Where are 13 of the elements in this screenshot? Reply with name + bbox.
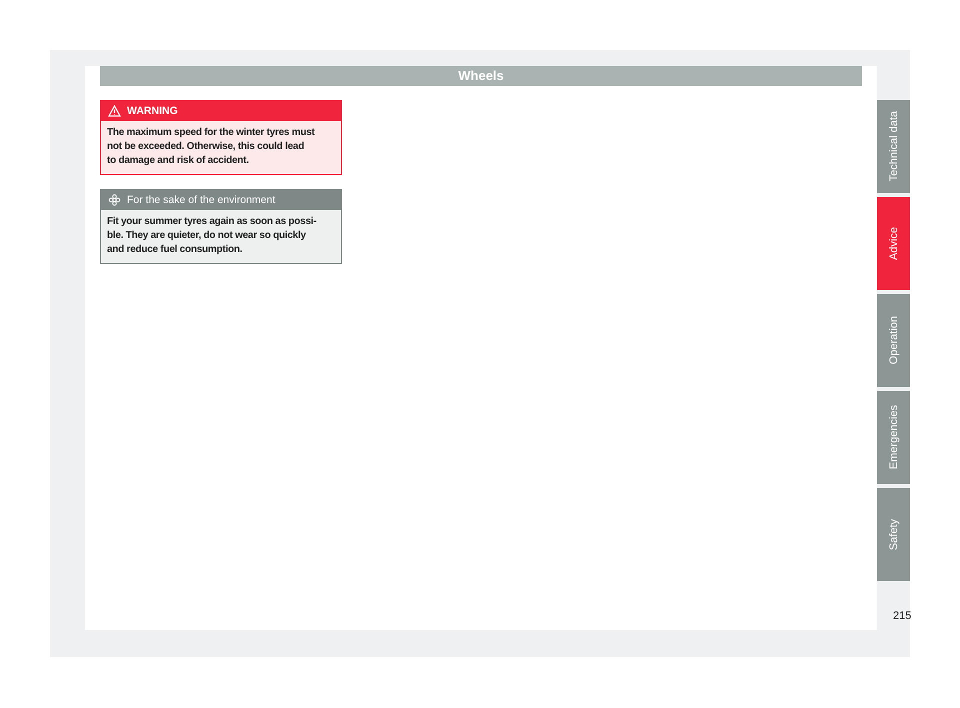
- chapter-tab[interactable]: Operation: [877, 294, 910, 387]
- section-header: Wheels: [100, 66, 862, 86]
- notice-text: Fit your summer tyres again as soon as possi- ble. They are quieter, do not wear so quickly and reduce fuel consumption.: [106, 215, 318, 257]
- flower-icon: [108, 194, 121, 206]
- chapter-tab[interactable]: Technical data: [877, 100, 910, 193]
- notice-text: The maximum speed for the winter tyres must not be exceeded. Otherwise, this could lead to damage and risk of accident.: [106, 126, 316, 168]
- chapter-tab[interactable]: Emergencies: [877, 391, 910, 484]
- chapter-tab[interactable]: Safety: [877, 488, 910, 581]
- page-number: 215: [893, 610, 912, 622]
- notice-title: For the sake of the environment: [127, 194, 276, 206]
- chapter-tab[interactable]: Advice: [877, 197, 910, 290]
- notice-title: WARNING: [127, 105, 178, 117]
- warning-icon: [108, 105, 121, 117]
